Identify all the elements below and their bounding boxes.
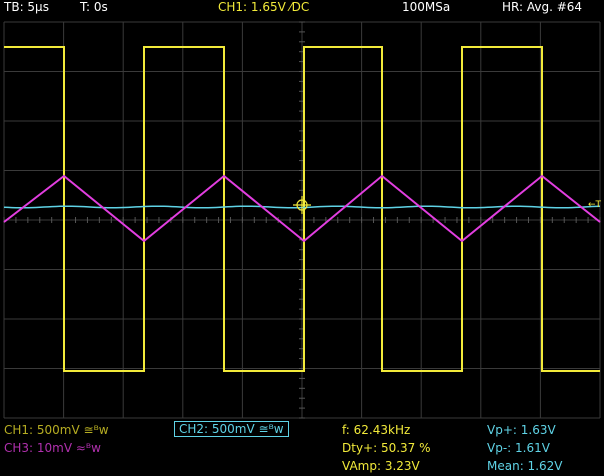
status-bar: TB: 5µs T: 0s CH1: 1.65V ⁄DC 100MSa HR: … (0, 0, 604, 16)
timebase[interactable]: TB: 5µs (4, 0, 49, 14)
measurement-vp-minus: Vp-: 1.61V (487, 441, 550, 455)
trigger-position-icon (293, 196, 311, 214)
measurement-duty: Dty+: 50.37 % (342, 441, 431, 455)
trigger-time[interactable]: T: 0s (80, 0, 108, 14)
trigger-level-marker: ←T (588, 200, 602, 210)
measurement-mean: Mean: 1.62V (487, 459, 563, 473)
sample-rate: 100MSa (402, 0, 451, 14)
ch3-scale[interactable]: CH3: 10mV ≈ᴮw (4, 441, 101, 455)
trigger-setting[interactable]: CH1: 1.65V ⁄DC (218, 0, 309, 14)
measurement-vp-plus: Vp+: 1.63V (487, 423, 556, 437)
oscilloscope-screen: ←T (3, 21, 602, 419)
measurement-frequency: f: 62.43kHz (342, 423, 411, 437)
grid (3, 21, 601, 419)
ch1-scale[interactable]: CH1: 500mV ≅ᴮw (4, 423, 109, 437)
measurement-vamp: VAmp: 3.23V (342, 459, 420, 473)
ch2-scale[interactable]: CH2: 500mV ≅ᴮw (174, 421, 289, 437)
acquisition-mode[interactable]: HR: Avg. #64 (502, 0, 582, 14)
readout-panel: CH1: 500mV ≅ᴮw CH3: 10mV ≈ᴮw CH2: 500mV … (0, 420, 604, 476)
